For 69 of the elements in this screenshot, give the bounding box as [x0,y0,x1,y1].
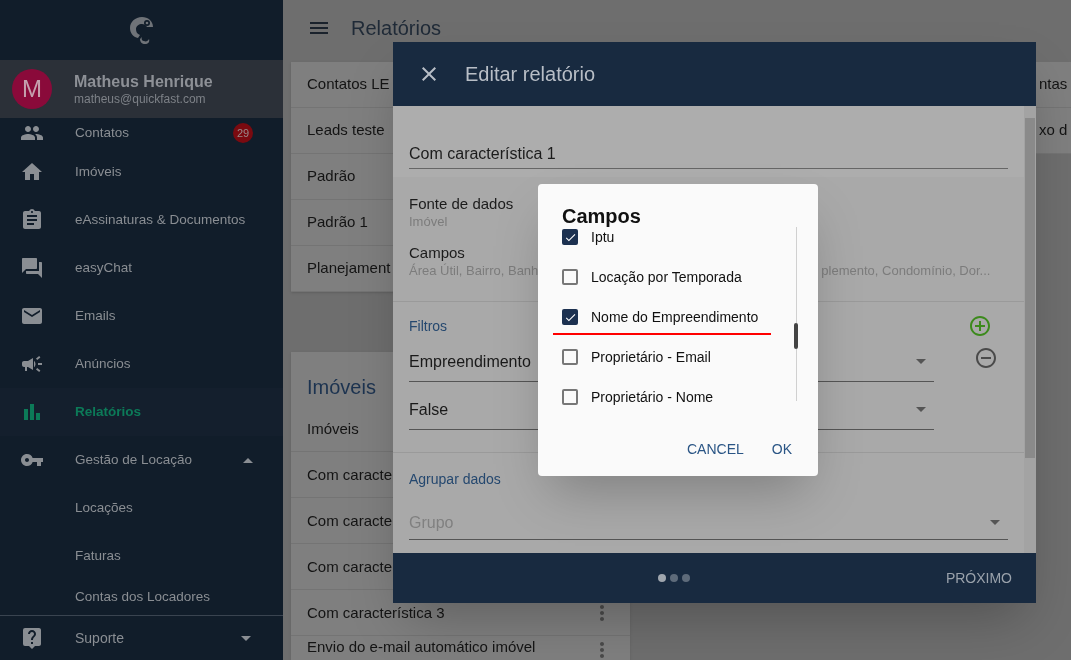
option-label[interactable]: Nome do Empreendimento [591,306,759,328]
checkbox[interactable] [562,389,578,405]
report-name[interactable]: Envio do e-mail automático imóvel [307,638,536,656]
dialog-title: Campos [561,204,642,229]
dialog-button[interactable]: OK [763,435,800,464]
report-name[interactable]: Planejament [307,257,391,280]
dialog-title: Editar relatório [465,62,596,87]
dialog-button[interactable]: CANCEL [678,435,752,464]
field-label: Campos [409,244,465,263]
section-title: Filtros [409,316,448,336]
sidebar-item[interactable]: Anúncios [0,340,283,388]
report-name[interactable]: Imóveis [307,419,359,438]
sidebar-label: Faturas [75,546,121,565]
report-name[interactable]: Com caracte [307,511,393,530]
scrollbar[interactable] [1024,106,1036,553]
sidebar-label: Imóveis [75,162,122,181]
sidebar-label: Gestão de Locação [75,450,193,469]
count-badge: 29 [233,123,253,143]
sidebar-label: Locações [75,498,133,517]
page-title: Relatórios [351,16,442,41]
chat-icon [20,256,44,280]
checkbox[interactable] [562,229,578,245]
remove-icon[interactable] [974,346,998,370]
sidebar-label: Relatórios [75,402,142,421]
user-email: matheus@quickfast.com [74,91,207,107]
report-name[interactable]: ntas [1039,73,1068,96]
sidebar-label: Contas dos Locadores [75,588,211,607]
checkbox[interactable] [562,269,578,285]
dropdown-icon [916,359,926,364]
option-label[interactable]: Iptu [591,226,615,248]
sidebar-label: eAssinaturas & Documentos [75,210,246,229]
sidebar-item[interactable]: Gestão de Locação [0,436,283,484]
sidebar-item[interactable]: Emails [0,292,283,340]
report-name[interactable]: Com característica 3 [307,603,445,622]
sidebar-item[interactable]: Imóveis [0,148,283,196]
scrollbar[interactable] [794,227,798,401]
clipboard-icon [20,208,44,232]
option-label[interactable]: Proprietário - Email [591,346,711,368]
sidebar-item[interactable]: Contas dos Locadores [0,580,283,615]
dropdown-icon [990,520,1000,525]
report-name[interactable]: Padrão 1 [307,211,368,234]
sidebar-item[interactable]: Faturas [0,532,283,580]
sidebar-item[interactable]: eAssinaturas & Documentos [0,196,283,244]
user-name: Matheus Henrique [74,71,213,92]
report-name[interactable]: Contatos LE [307,73,390,96]
avatar: M [12,69,52,109]
report-name[interactable]: Com caracte [307,465,393,484]
option-label[interactable]: Locação por Temporada [591,266,742,288]
checkbox[interactable] [562,309,578,325]
sidebar-item[interactable]: Contatos 29 [0,118,283,148]
checkbox[interactable] [562,349,578,365]
section-title: Imóveis [307,375,376,400]
help-icon [20,626,44,650]
section-title: Agrupar dados [409,470,501,489]
report-name[interactable]: xo d [1039,119,1068,142]
report-name[interactable]: Com caracte [307,557,393,576]
sidebar-label: Contatos [75,123,130,142]
field-label: Fonte de dados [409,195,514,214]
sidebar-label: Anúncios [75,354,131,373]
report-name[interactable]: Leads teste [307,119,385,142]
dropdown-icon [916,407,926,412]
sidebar-label: Emails [75,306,116,325]
sidebar-label[interactable]: Suporte [75,627,125,649]
sidebar-item[interactable]: easyChat [0,244,283,292]
next-button[interactable]: PRÓXIMO [945,567,1012,589]
sidebar-item[interactable]: Locações [0,484,283,532]
sidebar-label: easyChat [75,258,133,277]
report-name[interactable]: Padrão [307,165,356,188]
option-label[interactable]: Proprietário - Nome [591,386,714,408]
